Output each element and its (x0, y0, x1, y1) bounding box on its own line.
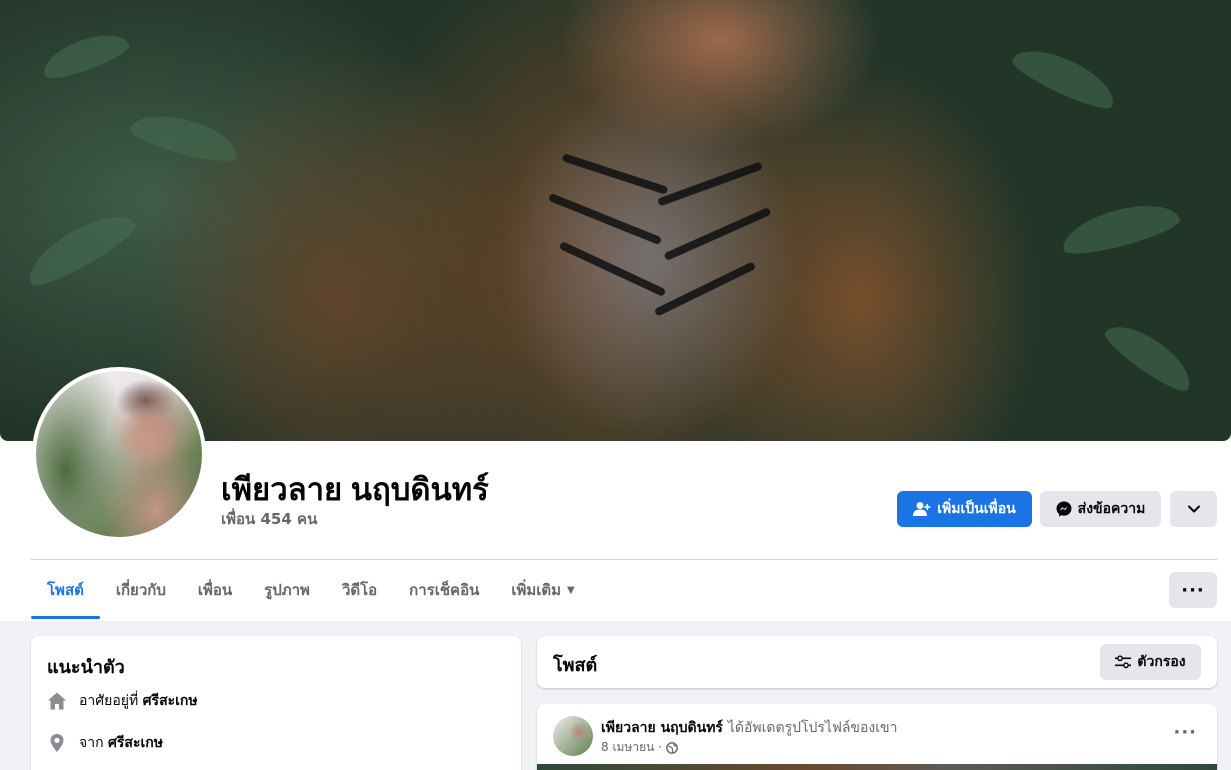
post-author-avatar[interactable] (553, 716, 593, 756)
post-date[interactable]: 8 เมษายน · (601, 738, 662, 757)
profile-avatar[interactable] (32, 367, 206, 541)
tab-label: รูปภาพ (264, 581, 310, 599)
post-options-button[interactable]: ··· (1173, 722, 1197, 743)
lives-prefix: อาศัยอยู่ที่ (79, 693, 139, 709)
tabs-more-options-button[interactable]: ··· (1169, 572, 1217, 608)
post-image[interactable] (537, 764, 1217, 770)
intro-lives-row: อาศัยอยู่ที่ ศรีสะเกษ (47, 690, 198, 712)
tab-label: วิดีโอ (341, 581, 378, 599)
tiger-stripe (561, 153, 669, 195)
tab-posts[interactable]: โพสต์ (31, 561, 100, 619)
more-dots-icon: ··· (1173, 722, 1197, 743)
filter-button[interactable]: ตัวกรอง (1100, 644, 1201, 680)
tab-videos[interactable]: วิดีโอ (326, 561, 393, 619)
cover-leaf (19, 202, 141, 294)
tab-label: เพื่อน (197, 581, 233, 599)
cover-leaf (1057, 195, 1183, 261)
cover-leaf (1099, 314, 1201, 398)
filter-sliders-icon (1115, 655, 1132, 669)
profile-tabs: โพสต์ เกี่ยวกับ เพื่อน รูปภาพ วิดีโอ การ… (31, 561, 591, 619)
cover-photo[interactable] (0, 0, 1231, 441)
home-icon (48, 692, 66, 710)
tab-photos[interactable]: รูปภาพ (248, 561, 326, 619)
cover-leaf (127, 106, 243, 168)
header-divider (31, 559, 1217, 560)
from-place[interactable]: ศรีสะเกษ (108, 735, 163, 751)
post-header-line: เพียวลาย นฤบดินทร์ ได้อัพเดตรูปโปรไฟล์ขอ… (601, 717, 897, 739)
chevron-down-icon (1187, 505, 1200, 513)
more-dots-icon: ··· (1181, 579, 1205, 601)
location-pin-icon (50, 734, 64, 752)
tiger-stripe (547, 192, 663, 246)
add-friend-button[interactable]: เพิ่มเป็นเพื่อน (897, 491, 1032, 527)
post-card: เพียวลาย นฤบดินทร์ ได้อัพเดตรูปโปรไฟล์ขอ… (537, 704, 1217, 770)
tab-checkins[interactable]: การเช็คอิน (393, 561, 495, 619)
intro-card: แนะนำตัว อาศัยอยู่ที่ ศรีสะเกษ จาก ศรีสะ… (31, 636, 521, 770)
tiger-stripe (653, 261, 757, 317)
posts-header-card: โพสต์ ตัวกรอง (537, 636, 1217, 688)
intro-from-row: จาก ศรีสะเกษ (47, 732, 163, 754)
message-button[interactable]: ส่งข้อความ (1040, 491, 1161, 527)
tab-more[interactable]: เพิ่มเติม ▼ (495, 561, 590, 619)
add-friend-label: เพิ่มเป็นเพื่อน (937, 501, 1016, 517)
tiger-stripe (656, 161, 764, 207)
from-prefix: จาก (79, 735, 104, 751)
caret-down-icon: ▼ (567, 584, 575, 596)
tab-label: การเช็คอิน (409, 581, 480, 599)
tab-friends[interactable]: เพื่อน (182, 561, 248, 619)
tab-label: เกี่ยวกับ (115, 581, 166, 599)
post-author-name[interactable]: เพียวลาย นฤบดินทร์ (601, 720, 723, 736)
messenger-icon (1056, 501, 1072, 517)
add-friend-icon (913, 502, 931, 516)
friends-count[interactable]: เพื่อน 454 คน (221, 507, 317, 531)
post-meta: 8 เมษายน · (601, 738, 678, 757)
tab-label: โพสต์ (47, 581, 84, 599)
globe-icon (666, 741, 678, 754)
tab-about[interactable]: เกี่ยวกับ (100, 561, 182, 619)
lives-place[interactable]: ศรีสะเกษ (143, 693, 198, 709)
tab-label: เพิ่มเติม (511, 581, 562, 599)
message-label: ส่งข้อความ (1077, 501, 1146, 517)
tiger-stripe (663, 206, 772, 262)
cover-leaf (1007, 38, 1123, 116)
tiger-stripe (558, 241, 667, 297)
posts-title: โพสต์ (553, 655, 598, 676)
intro-title: แนะนำตัว (47, 657, 125, 678)
cover-leaf (37, 25, 133, 85)
profile-more-button[interactable] (1170, 491, 1217, 527)
filter-label: ตัวกรอง (1137, 654, 1186, 670)
post-action-text: ได้อัพเดตรูปโปรไฟล์ของเขา (727, 720, 898, 736)
